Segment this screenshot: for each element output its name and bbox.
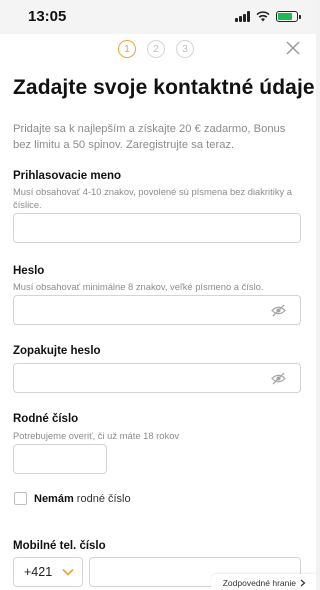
username-label: Prihlasovacie meno	[13, 170, 122, 182]
intro-text: Pridajte sa k najlepším a získajte 20 € …	[13, 123, 286, 151]
cellular-signal-icon	[235, 10, 250, 22]
responsible-gaming-link[interactable]: Zodpovedné hranie	[210, 574, 316, 590]
username-input[interactable]	[13, 213, 301, 243]
status-time: 13:05	[28, 8, 67, 25]
chevron-down-icon	[62, 568, 74, 576]
step-indicator: 1 2 3	[118, 40, 194, 58]
phone-label: Mobilné tel. číslo	[13, 540, 106, 552]
no-birth-number-checkbox[interactable]	[14, 492, 27, 505]
status-icons	[235, 10, 301, 22]
page-title: Zadajte svoje kontaktné údaje	[13, 76, 315, 99]
password-hint: Musí obsahovať minimálne 8 znakov, veľké…	[13, 281, 264, 292]
password-label: Heslo	[13, 265, 45, 277]
password-input[interactable]	[13, 295, 301, 325]
step-1: 1	[118, 40, 136, 58]
no-birth-number-label[interactable]: Nemám rodné číslo	[34, 493, 131, 505]
battery-icon	[276, 10, 301, 22]
eye-slash-icon[interactable]	[271, 372, 286, 385]
step-2: 2	[147, 40, 165, 58]
wifi-icon	[256, 11, 270, 22]
birth-number-input[interactable]	[13, 444, 107, 474]
registration-screen: 13:05 1 2 3 Zadajte svoje kontaktné údaj…	[0, 0, 316, 590]
phone-prefix-select[interactable]: +421	[13, 557, 83, 587]
responsible-gaming-label: Zodpovedné hranie	[222, 578, 296, 588]
birth-number-hint: Potrebujeme overiť, či už máte 18 rokov	[13, 430, 180, 441]
step-3: 3	[176, 40, 194, 58]
password-repeat-label: Zopakujte heslo	[13, 345, 101, 357]
username-hint: Musí obsahovať 4-10 znakov, povolené sú …	[13, 186, 293, 210]
close-icon[interactable]	[286, 41, 300, 55]
birth-number-label: Rodné číslo	[13, 413, 79, 425]
eye-slash-icon[interactable]	[271, 304, 286, 317]
status-bar: 13:05	[0, 0, 316, 34]
password-repeat-input[interactable]	[13, 363, 301, 393]
phone-prefix-value: +421	[24, 565, 53, 579]
chevron-right-icon	[300, 579, 306, 587]
